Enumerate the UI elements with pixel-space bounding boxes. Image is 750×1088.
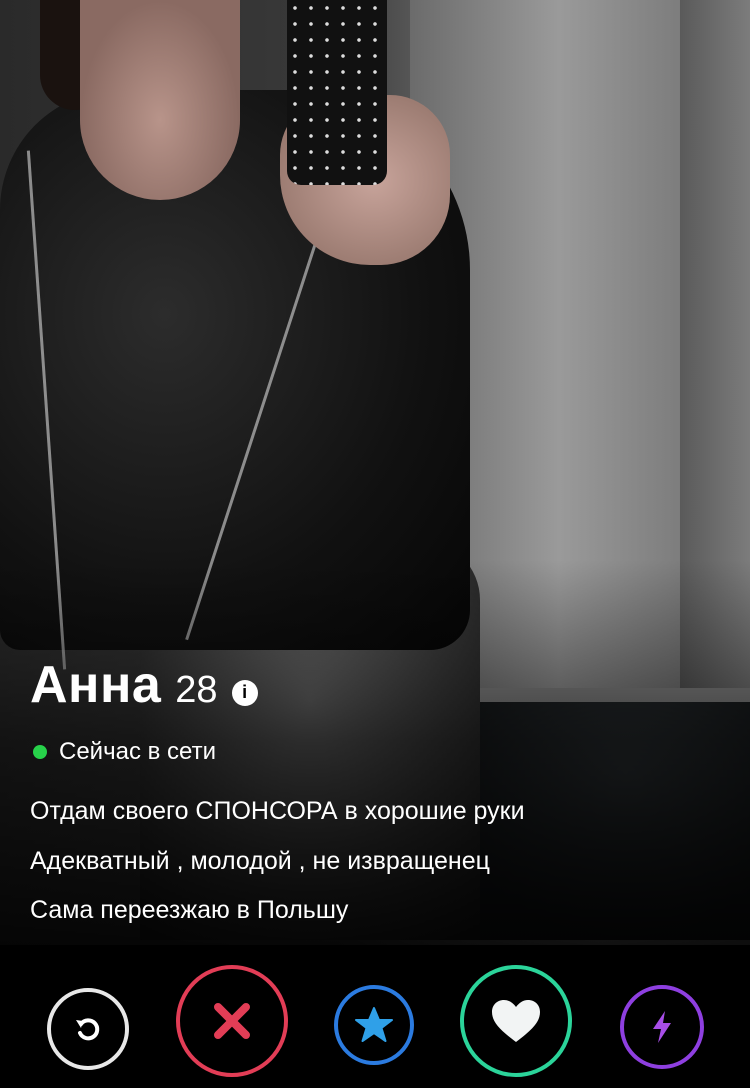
photo-phone	[287, 0, 387, 185]
info-icon[interactable]: i	[231, 679, 258, 706]
online-status-text: Сейчас в сети	[59, 738, 216, 765]
boost-button[interactable]	[620, 985, 704, 1069]
super-like-button[interactable]	[334, 985, 414, 1065]
online-dot-icon	[33, 745, 47, 759]
like-button[interactable]	[460, 965, 572, 1077]
star-icon	[355, 1007, 393, 1042]
photo-face	[80, 0, 240, 200]
action-bar	[0, 945, 750, 1088]
bio-line: Сама переезжаю в Польшу	[30, 896, 349, 924]
rewind-button[interactable]	[47, 988, 129, 1070]
profile-header: Анна 28 i	[30, 655, 258, 715]
bio-line: Адекватный , молодой , не извращенец	[30, 847, 490, 875]
close-icon	[214, 1003, 250, 1039]
online-status: Сейчас в сети	[33, 738, 216, 766]
heart-icon	[492, 1000, 540, 1042]
profile-name: Анна	[30, 656, 162, 714]
nope-button[interactable]	[176, 965, 288, 1077]
rewind-icon	[76, 1018, 100, 1041]
profile-age: 28	[175, 669, 218, 711]
profile-card[interactable]: Анна 28 i Сейчас в сети Отдам своего СПО…	[0, 0, 750, 1088]
bio-line: Отдам своего СПОНСОРА в хорошие руки	[30, 797, 525, 825]
lightning-icon	[653, 1011, 671, 1043]
